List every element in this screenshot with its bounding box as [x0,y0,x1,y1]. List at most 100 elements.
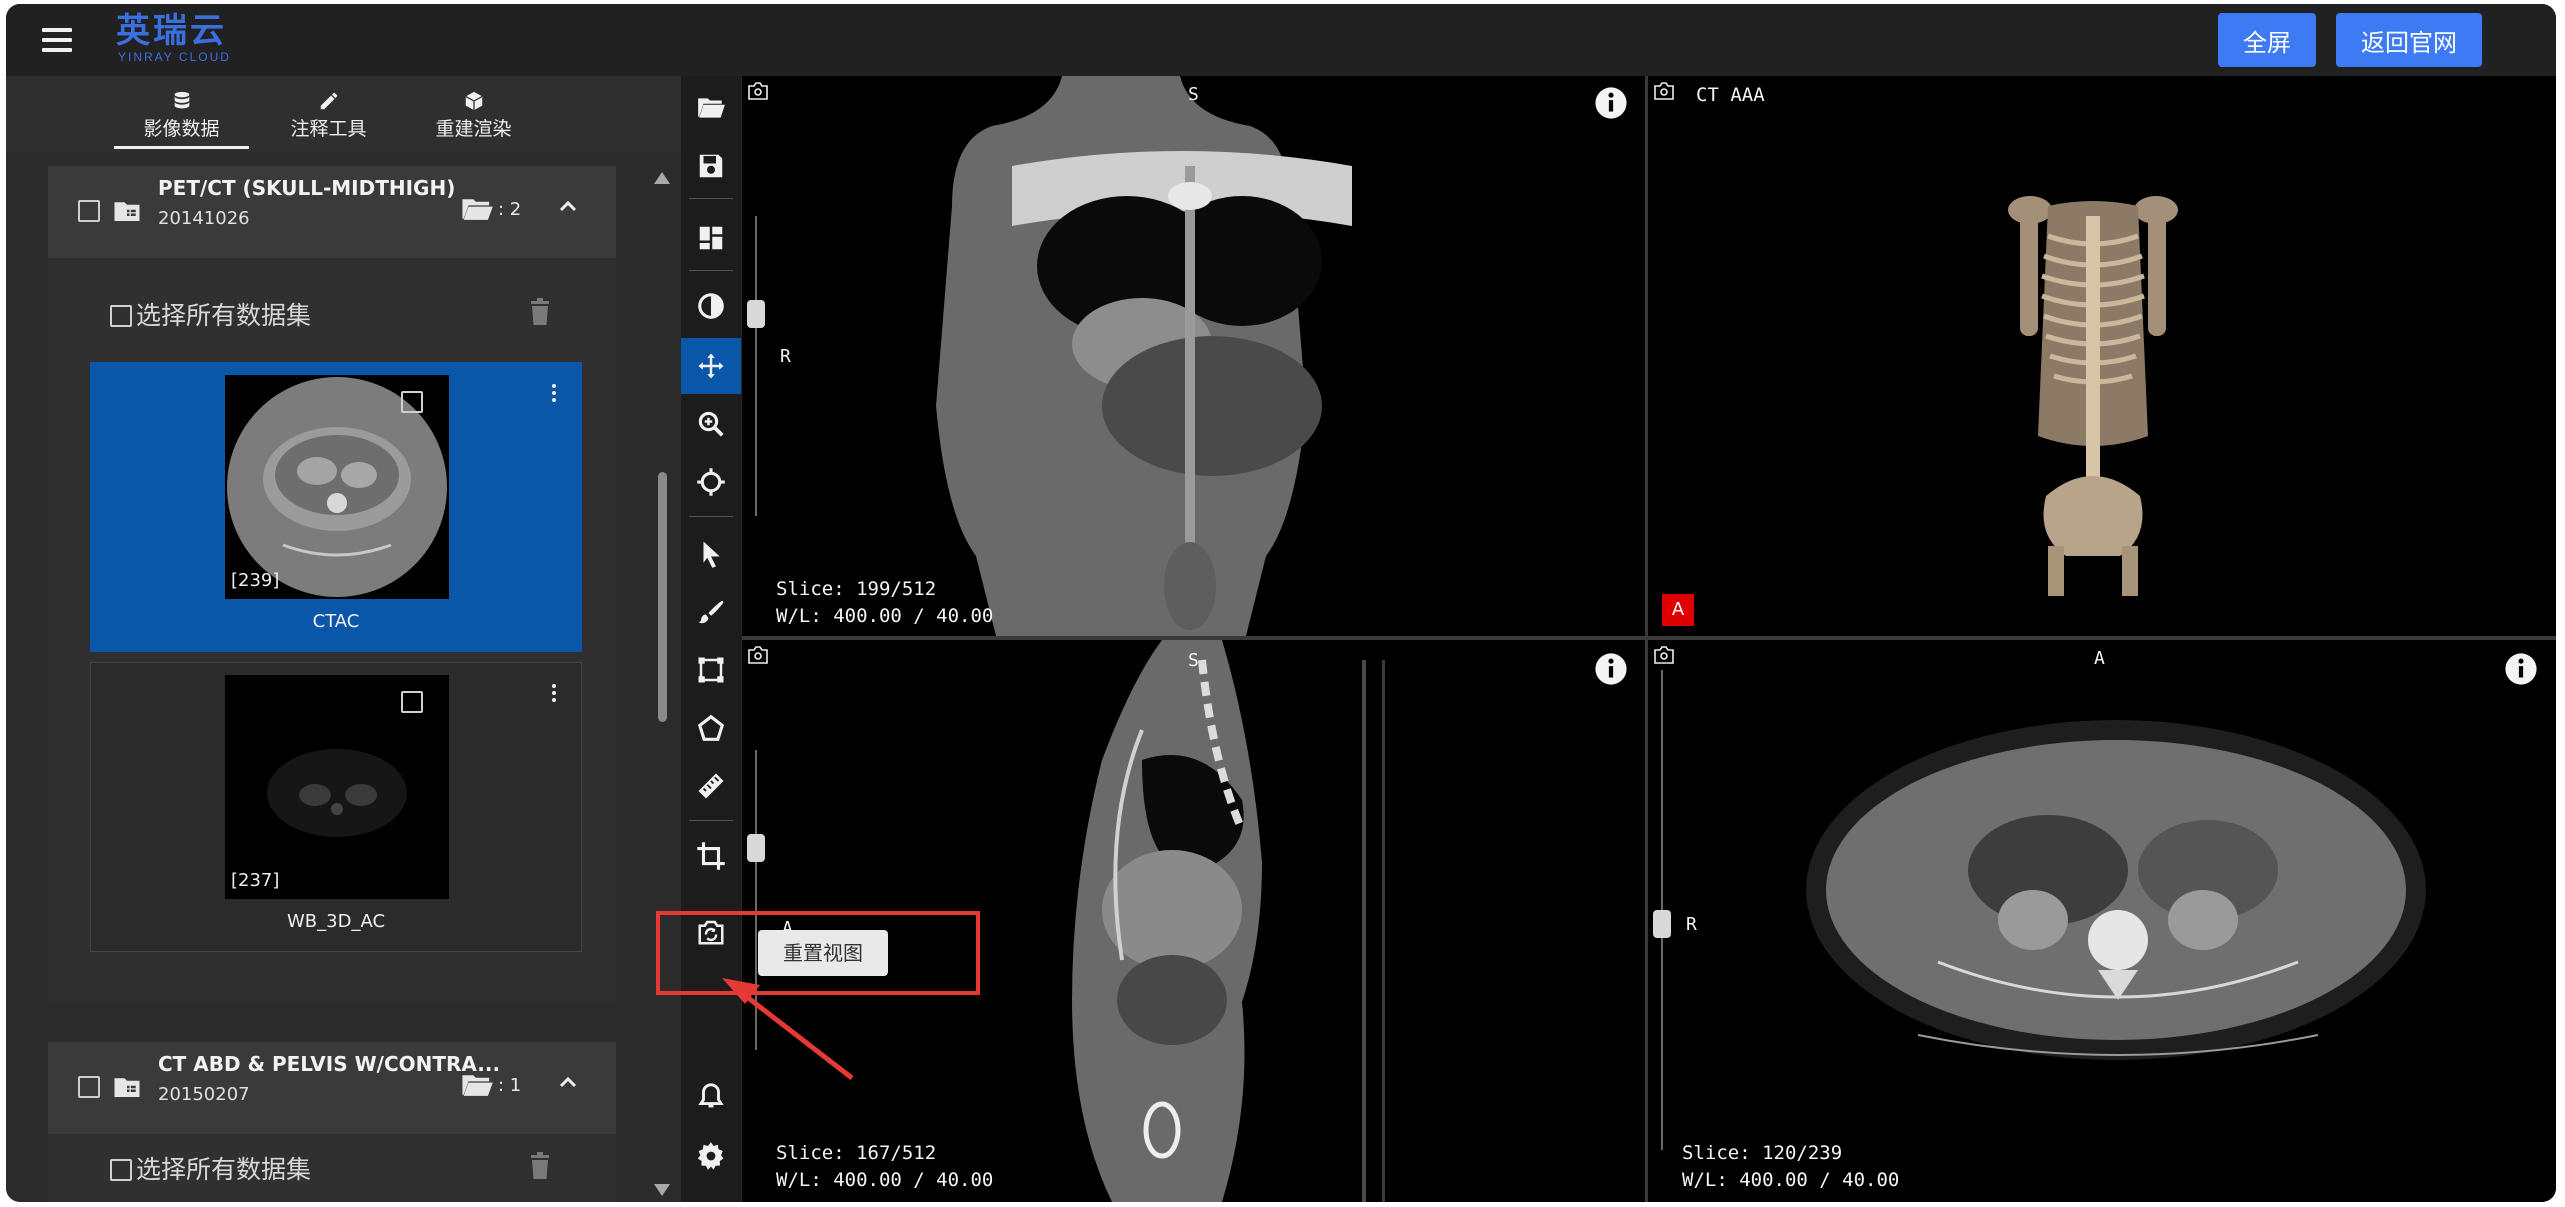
brush-tool[interactable] [681,584,741,640]
orientation-top: S [1188,84,1199,105]
select-all-datasets[interactable]: 选择所有数据集 [110,1150,311,1186]
panel-tabs: 影像数据 注释工具 重建渲染 [6,76,681,152]
select-all-checkbox[interactable] [110,1159,132,1181]
rectangle-roi-icon [698,657,724,683]
zoom-icon [698,411,724,437]
settings-tool[interactable] [681,1128,741,1184]
info-icon[interactable] [2504,652,2538,686]
toolbar-divider [689,820,733,821]
select-all-label: 选择所有数据集 [136,301,312,330]
slice-slider-thumb[interactable] [747,300,765,328]
toolbar-divider [689,516,733,517]
database-icon [174,91,189,109]
slice-slider-thumb[interactable] [1653,910,1671,938]
more-options-icon[interactable] [551,683,557,703]
fullscreen-button[interactable]: 全屏 [2218,13,2316,67]
tab-label: 重建渲染 [435,118,512,140]
slice-info: Slice: 120/239 [1682,1142,1843,1164]
trash-icon[interactable] [528,298,552,326]
study-name: PET/CT (SKULL-MIDTHIGH) [158,176,456,200]
camera-icon[interactable] [748,82,768,100]
slice-slider-track[interactable] [755,216,757,516]
ruler-icon [698,773,724,799]
series-checkbox[interactable] [401,391,423,413]
notification-tool[interactable] [681,1068,741,1124]
series-card[interactable]: [239] CTAC [90,362,582,652]
study-header[interactable]: PET/CT (SKULL-MIDTHIGH) 20141026 : 2 [48,166,616,258]
slice-info: Slice: 199/512 [776,578,937,600]
chevron-up-icon[interactable] [556,194,580,218]
series-thumbnail[interactable]: [239] [225,375,449,599]
series-label: WB_3D_AC [286,911,386,932]
viewport-overlay: Slice: 199/512 W/L: 400.00 / 40.00 [776,576,993,630]
zoom-tool[interactable] [681,396,741,452]
tab-image-data[interactable]: 影像数据 [114,82,249,149]
tool-bar [681,76,741,1202]
study-header[interactable]: CT ABD & PELVIS W/CONTRA... 20150207 : 1 [48,1042,616,1134]
scroll-down-arrow[interactable] [654,1184,670,1196]
crop-tool[interactable] [681,828,741,884]
image-count: [239] [231,570,280,591]
series-label: CTAC [312,611,360,632]
series-card[interactable]: [237] WB_3D_AC [90,662,582,952]
polygon-icon [697,714,725,741]
orientation-top: S [1188,650,1199,671]
trash-icon[interactable] [528,1152,552,1180]
viewport-3d[interactable]: CT AAA A [1648,76,2556,636]
slice-slider-thumb[interactable] [747,834,765,862]
layout-tool[interactable] [681,210,741,266]
study-checkbox[interactable] [78,200,100,222]
open-folder-icon [462,199,493,220]
viewport-axial[interactable]: A R Slice: 120/239 W/L: 400.00 / 40.00 [1648,640,2556,1202]
series-checkbox[interactable] [401,691,423,713]
ruler-tool[interactable] [681,758,741,814]
info-icon[interactable] [1594,652,1628,686]
rectangle-roi-tool[interactable] [681,642,741,698]
pointer-tool[interactable] [681,526,741,582]
study-name: CT ABD & PELVIS W/CONTRA... [158,1052,501,1076]
info-icon[interactable] [1594,86,1628,120]
pan-tool[interactable] [681,338,741,394]
orientation-marker: A [1662,594,1694,626]
window-level-info: W/L: 400.00 / 40.00 [776,605,994,627]
chevron-up-icon[interactable] [556,1070,580,1094]
contrast-icon [698,293,724,319]
tab-annotation-tools[interactable]: 注释工具 [261,82,396,146]
scroll-up-arrow[interactable] [654,172,670,184]
tab-reconstruction[interactable]: 重建渲染 [406,82,541,146]
tab-label: 影像数据 [143,118,220,140]
cube-icon [464,91,483,111]
window-level-tool[interactable] [681,278,741,334]
select-all-datasets[interactable]: 选择所有数据集 [110,296,311,332]
crosshair-tool[interactable] [681,454,741,510]
series-thumbnail[interactable]: [237] [225,675,449,899]
layout-icon [699,226,723,250]
camera-icon[interactable] [1654,82,1674,100]
toolbar-divider [689,270,733,271]
study-checkbox[interactable] [78,1076,100,1098]
viewport-coronal[interactable]: S R Slice: 199/512 W/L: 400.00 / 40.00 [742,76,1645,636]
camera-icon[interactable] [748,646,768,664]
slice-info: Slice: 167/512 [776,1142,937,1164]
series-count: : 1 [498,1075,522,1096]
camera-icon[interactable] [1654,646,1674,664]
panel-scrollbar[interactable] [652,166,672,1202]
window-level-info: W/L: 400.00 / 40.00 [1682,1169,1900,1191]
series-list: 选择所有数据集 [239] CTAC [237] WB_3D_AC [48,258,616,1002]
crop-icon [697,842,725,870]
save-tool[interactable] [681,138,741,194]
folder-icon [114,202,140,221]
slice-slider-track[interactable] [755,750,757,1050]
orientation-left: R [1686,914,1697,935]
select-all-label: 选择所有数据集 [136,1155,312,1184]
more-options-icon[interactable] [551,383,557,403]
return-home-button[interactable]: 返回官网 [2336,13,2482,67]
menu-icon[interactable] [42,28,72,52]
series-list: 选择所有数据集 [48,1134,616,1202]
polygon-tool[interactable] [681,700,741,756]
select-all-checkbox[interactable] [110,305,132,327]
open-file-tool[interactable] [681,80,741,136]
scroll-thumb[interactable] [658,472,667,722]
folder-icon [114,1078,140,1097]
crosshair-icon [697,468,725,496]
